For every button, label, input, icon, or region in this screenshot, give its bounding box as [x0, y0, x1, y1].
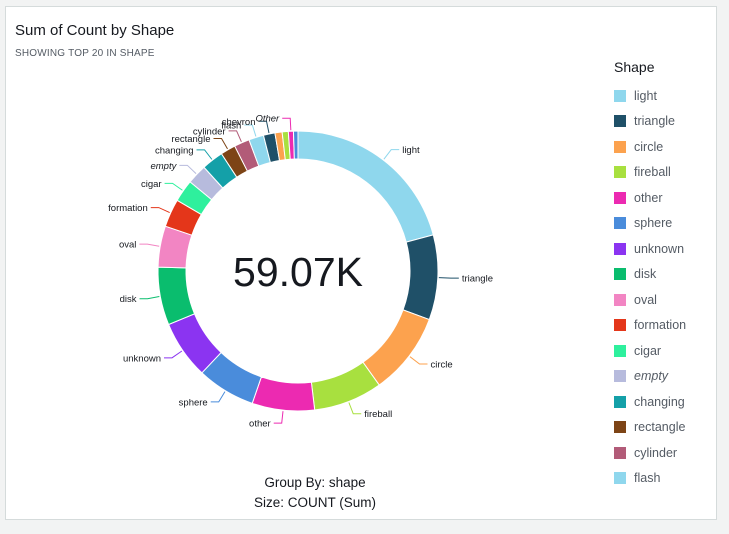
- legend-swatch: [614, 217, 626, 230]
- legend-label: flash: [634, 471, 661, 486]
- legend-swatch: [614, 446, 626, 459]
- legend-swatch: [614, 268, 626, 281]
- slice-label-other: Other: [255, 114, 280, 125]
- legend-item-cigar[interactable]: cigar: [614, 338, 709, 364]
- donut-slice-triangle[interactable]: [402, 234, 439, 321]
- slice-label-changing: changing: [155, 145, 194, 156]
- legend-item-oval[interactable]: oval: [614, 287, 709, 313]
- slice-label-circle: circle: [431, 359, 453, 370]
- legend-item-changing[interactable]: changing: [614, 389, 709, 415]
- slice-label-oval: oval: [119, 240, 136, 251]
- slice-label-other: other: [249, 419, 271, 430]
- footer-size: Size: COUNT (Sum): [253, 495, 376, 510]
- legend-item-empty[interactable]: empty: [614, 364, 709, 390]
- leader-line-sphere: [210, 391, 226, 403]
- legend-swatch: [614, 293, 626, 306]
- donut-slice-disk[interactable]: [157, 266, 196, 326]
- legend-label: rectangle: [634, 420, 686, 435]
- legend-label: circle: [634, 139, 664, 154]
- footer-group-by: Group By: shape: [264, 475, 366, 490]
- leader-line-circle: [409, 356, 428, 365]
- slice-label-empty: empty: [150, 161, 177, 172]
- legend-swatch: [614, 140, 626, 153]
- legend-item-disk[interactable]: disk: [614, 262, 709, 288]
- leader-line-empty: [179, 164, 197, 174]
- leader-line-oval: [139, 243, 160, 247]
- donut-slice-other[interactable]: [251, 376, 316, 412]
- slice-label-triangle: triangle: [462, 274, 493, 285]
- leader-line-triangle: [438, 277, 459, 279]
- legend-item-sphere[interactable]: sphere: [614, 211, 709, 237]
- leader-line-cylinder: [228, 130, 242, 143]
- legend-swatch: [614, 344, 626, 357]
- legend-item-other[interactable]: other: [614, 185, 709, 211]
- slice-label-disk: disk: [120, 294, 137, 305]
- leader-line-disk: [139, 296, 160, 300]
- legend-item-cylinder[interactable]: cylinder: [614, 440, 709, 466]
- legend-label: oval: [634, 292, 657, 307]
- legend-label: light: [634, 88, 657, 103]
- legend-swatch: [614, 319, 626, 332]
- leader-line-fireball: [348, 402, 362, 415]
- legend-swatch: [614, 370, 626, 383]
- legend-label: triangle: [634, 114, 675, 129]
- slice-label-chevron: chevron: [222, 117, 256, 128]
- center-total: 59.07K: [233, 249, 363, 295]
- leader-line-cigar: [164, 182, 183, 191]
- legend-swatch: [614, 242, 626, 255]
- leader-line-changing: [196, 149, 213, 160]
- legend-swatch: [614, 166, 626, 179]
- slice-label-sphere: sphere: [179, 397, 208, 408]
- legend-item-fireball[interactable]: fireball: [614, 160, 709, 186]
- legend-label: unknown: [634, 241, 685, 256]
- legend-item-circle[interactable]: circle: [614, 134, 709, 160]
- legend-label: other: [634, 190, 663, 205]
- legend-swatch: [614, 115, 626, 128]
- leader-line-formation: [150, 207, 170, 214]
- leader-line-rectangle: [213, 137, 228, 150]
- legend-swatch: [614, 421, 626, 434]
- legend-label: fireball: [634, 165, 671, 180]
- leader-line-other: [273, 411, 284, 424]
- legend: Shape light triangle circle fireball other sp…: [614, 58, 709, 491]
- legend-item-rectangle[interactable]: rectangle: [614, 415, 709, 441]
- legend-title: Shape: [614, 59, 655, 75]
- legend-label: empty: [634, 369, 669, 384]
- slice-label-fireball: fireball: [364, 409, 392, 420]
- leader-line-unknown: [164, 350, 183, 359]
- slice-label-formation: formation: [108, 203, 148, 214]
- slice-label-light: light: [402, 145, 420, 156]
- slice-label-cigar: cigar: [141, 179, 162, 190]
- slice-label-unknown: unknown: [123, 353, 161, 364]
- legend-label: sphere: [634, 216, 673, 231]
- legend-item-light[interactable]: light: [614, 83, 709, 109]
- legend-label: cigar: [634, 343, 662, 358]
- legend-swatch: [614, 89, 626, 102]
- legend-label: changing: [634, 394, 685, 409]
- leader-line-other: [282, 117, 292, 131]
- legend-item-triangle[interactable]: triangle: [614, 109, 709, 135]
- donut-slice-circle[interactable]: [362, 309, 430, 386]
- legend-label: cylinder: [634, 445, 678, 460]
- legend-label: formation: [634, 318, 687, 333]
- legend-item-unknown[interactable]: unknown: [614, 236, 709, 262]
- legend-item-formation[interactable]: formation: [614, 313, 709, 339]
- legend-swatch: [614, 191, 626, 204]
- legend-label: disk: [634, 267, 657, 282]
- legend-swatch: [614, 395, 626, 408]
- donut-slice-slice-20[interactable]: [292, 130, 299, 160]
- leader-line-light: [383, 149, 400, 160]
